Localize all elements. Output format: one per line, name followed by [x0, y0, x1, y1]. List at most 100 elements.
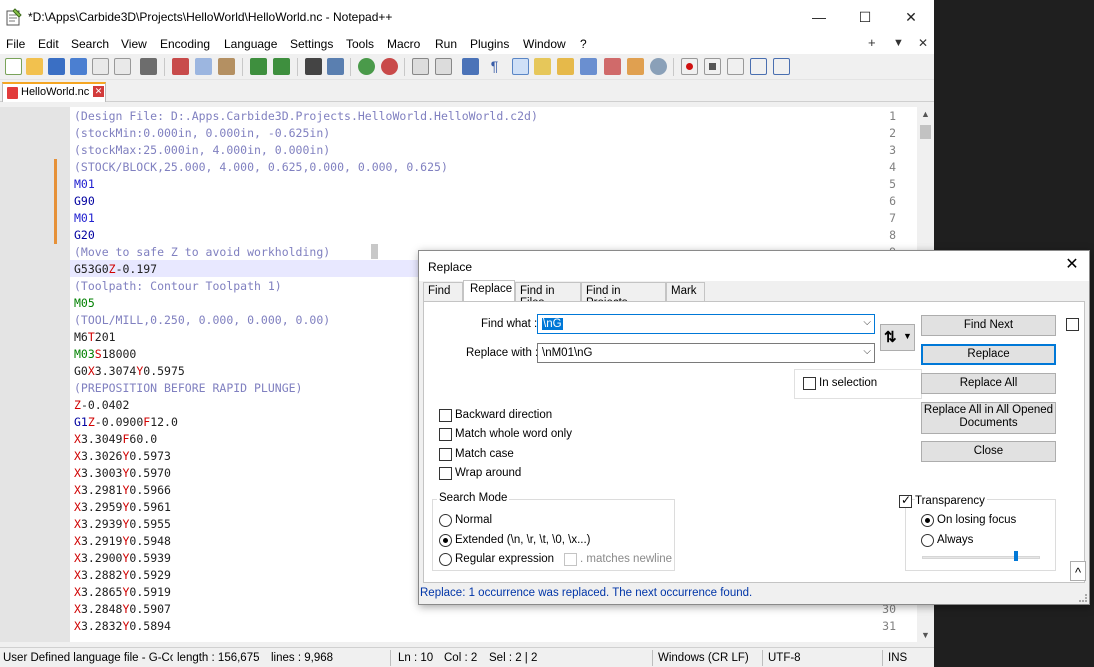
dialog-close-icon[interactable]: ✕: [1061, 254, 1083, 276]
code-line[interactable]: X3.2981Y0.5966: [74, 483, 171, 497]
close-document-icon[interactable]: ✕: [918, 36, 928, 50]
tab-mark[interactable]: Mark: [666, 282, 705, 301]
code-line[interactable]: M05: [74, 296, 95, 310]
find-next-option-checkbox[interactable]: [1066, 318, 1079, 331]
sync-horizontal-icon[interactable]: [435, 58, 452, 75]
code-line[interactable]: (stockMax:25.000in, 4.000in, 0.000in): [74, 143, 330, 157]
sync-vertical-icon[interactable]: [412, 58, 429, 75]
code-line[interactable]: (Toolpath: Contour Toolpath 1): [74, 279, 282, 293]
code-line[interactable]: X3.2919Y0.5948: [74, 534, 171, 548]
code-line[interactable]: X3.3026Y0.5973: [74, 449, 171, 463]
find-icon[interactable]: [305, 58, 322, 75]
maximize-button[interactable]: ☐: [842, 0, 888, 34]
menu-macro[interactable]: Macro: [387, 37, 420, 51]
tab-close-icon[interactable]: ✕: [93, 86, 104, 97]
code-line[interactable]: (PREPOSITION BEFORE RAPID PLUNGE): [74, 381, 302, 395]
matches-newline-checkbox[interactable]: [564, 553, 577, 566]
always-radio[interactable]: [921, 534, 934, 547]
open-file-icon[interactable]: [26, 58, 43, 75]
code-line[interactable]: X3.2865Y0.5919: [74, 585, 171, 599]
copy-icon[interactable]: [195, 58, 212, 75]
menu-window[interactable]: Window: [523, 37, 566, 51]
transparency-slider-track[interactable]: [922, 556, 1040, 559]
code-line[interactable]: (Move to safe Z to avoid workholding): [74, 245, 330, 259]
code-line[interactable]: X3.3003Y0.5970: [74, 466, 171, 480]
stop-macro-icon[interactable]: [704, 58, 721, 75]
in-selection-checkbox[interactable]: [803, 377, 816, 390]
menu-edit[interactable]: Edit: [38, 37, 59, 51]
code-line[interactable]: (Design File: D:.Apps.Carbide3D.Projects…: [74, 109, 538, 123]
tab-find-in-projects[interactable]: Find in Projects: [581, 282, 666, 309]
code-line[interactable]: M6T201: [74, 330, 116, 344]
save-icon[interactable]: [48, 58, 65, 75]
indent-guide-icon[interactable]: [512, 58, 529, 75]
wrap-around-checkbox[interactable]: [439, 467, 452, 480]
menu-view[interactable]: View: [121, 37, 147, 51]
code-line[interactable]: G20: [74, 228, 95, 242]
code-line[interactable]: G53G0Z-0.197: [74, 262, 157, 276]
word-wrap-icon[interactable]: [462, 58, 479, 75]
regex-mode-radio[interactable]: [439, 553, 452, 566]
collapse-dialog-button[interactable]: ^: [1070, 561, 1086, 581]
new-tab-plus-icon[interactable]: +: [868, 35, 876, 50]
menu-run[interactable]: Run: [435, 37, 457, 51]
code-line[interactable]: X3.3049F60.0: [74, 432, 157, 446]
udl-icon[interactable]: [534, 58, 551, 75]
print-icon[interactable]: [140, 58, 157, 75]
code-line[interactable]: X3.2848Y0.5907: [74, 602, 171, 616]
scroll-up-arrow-icon[interactable]: ▲: [921, 109, 930, 119]
menu-tools[interactable]: Tools: [346, 37, 374, 51]
folder-icon[interactable]: [627, 58, 644, 75]
scrollbar-thumb[interactable]: [920, 125, 931, 139]
close-icon[interactable]: [92, 58, 109, 75]
code-line[interactable]: Z-0.0402: [74, 398, 129, 412]
find-dropdown-arrow-icon[interactable]: ⌵: [863, 317, 871, 328]
document-map-icon[interactable]: [557, 58, 574, 75]
backward-direction-checkbox[interactable]: [439, 409, 452, 422]
code-line[interactable]: X3.2900Y0.5939: [74, 551, 171, 565]
scroll-down-arrow-icon[interactable]: ▼: [921, 630, 930, 640]
extended-mode-radio[interactable]: [439, 534, 452, 547]
resize-grip-icon[interactable]: [1079, 594, 1087, 602]
match-whole-word-checkbox[interactable]: [439, 428, 452, 441]
on-losing-focus-radio[interactable]: [921, 514, 934, 527]
find-next-button[interactable]: Find Next: [921, 315, 1056, 336]
save-macro-icon[interactable]: [773, 58, 790, 75]
menu-plugins[interactable]: Plugins: [470, 37, 509, 51]
transparency-slider-thumb[interactable]: [1014, 551, 1019, 561]
undo-icon[interactable]: [250, 58, 267, 75]
redo-icon[interactable]: [273, 58, 290, 75]
show-all-chars-icon[interactable]: ¶: [486, 58, 503, 75]
replace-dropdown-arrow-icon[interactable]: ⌵: [863, 346, 871, 357]
tab-find-in-files[interactable]: Find in Files: [515, 282, 581, 309]
replace-with-input[interactable]: \nM01\nG ⌵: [537, 343, 875, 363]
save-all-icon[interactable]: [70, 58, 87, 75]
minimize-button[interactable]: —: [796, 0, 842, 34]
code-line[interactable]: G0X3.3074Y0.5975: [74, 364, 185, 378]
tab-list-arrow-icon[interactable]: ▼: [893, 37, 904, 49]
zoom-out-icon[interactable]: [381, 58, 398, 75]
run-macro-multiple-icon[interactable]: [750, 58, 767, 75]
swap-find-replace-button[interactable]: ⇅ ▼: [880, 324, 915, 351]
menu-settings[interactable]: Settings: [290, 37, 333, 51]
code-line[interactable]: X3.2832Y0.5894: [74, 619, 171, 633]
folder-as-workspace-icon[interactable]: [604, 58, 621, 75]
record-macro-icon[interactable]: [681, 58, 698, 75]
tab-replace[interactable]: Replace: [463, 280, 515, 302]
code-line[interactable]: X3.2959Y0.5961: [74, 500, 171, 514]
code-line[interactable]: X3.2939Y0.5955: [74, 517, 171, 531]
cut-icon[interactable]: [172, 58, 189, 75]
function-list-icon[interactable]: [580, 58, 597, 75]
code-line[interactable]: X3.2882Y0.5929: [74, 568, 171, 582]
code-line[interactable]: M01: [74, 177, 95, 191]
code-line[interactable]: G90: [74, 194, 95, 208]
tab-find[interactable]: Find: [423, 282, 463, 301]
new-file-icon[interactable]: [5, 58, 22, 75]
tab-helloworld[interactable]: HelloWorld.nc ✕: [2, 82, 106, 102]
paste-icon[interactable]: [218, 58, 235, 75]
code-line[interactable]: G1Z-0.0900F12.0: [74, 415, 178, 429]
normal-mode-radio[interactable]: [439, 514, 452, 527]
menu-encoding[interactable]: Encoding: [160, 37, 210, 51]
replace-icon[interactable]: [327, 58, 344, 75]
transparency-checkbox[interactable]: ✓: [899, 493, 912, 508]
